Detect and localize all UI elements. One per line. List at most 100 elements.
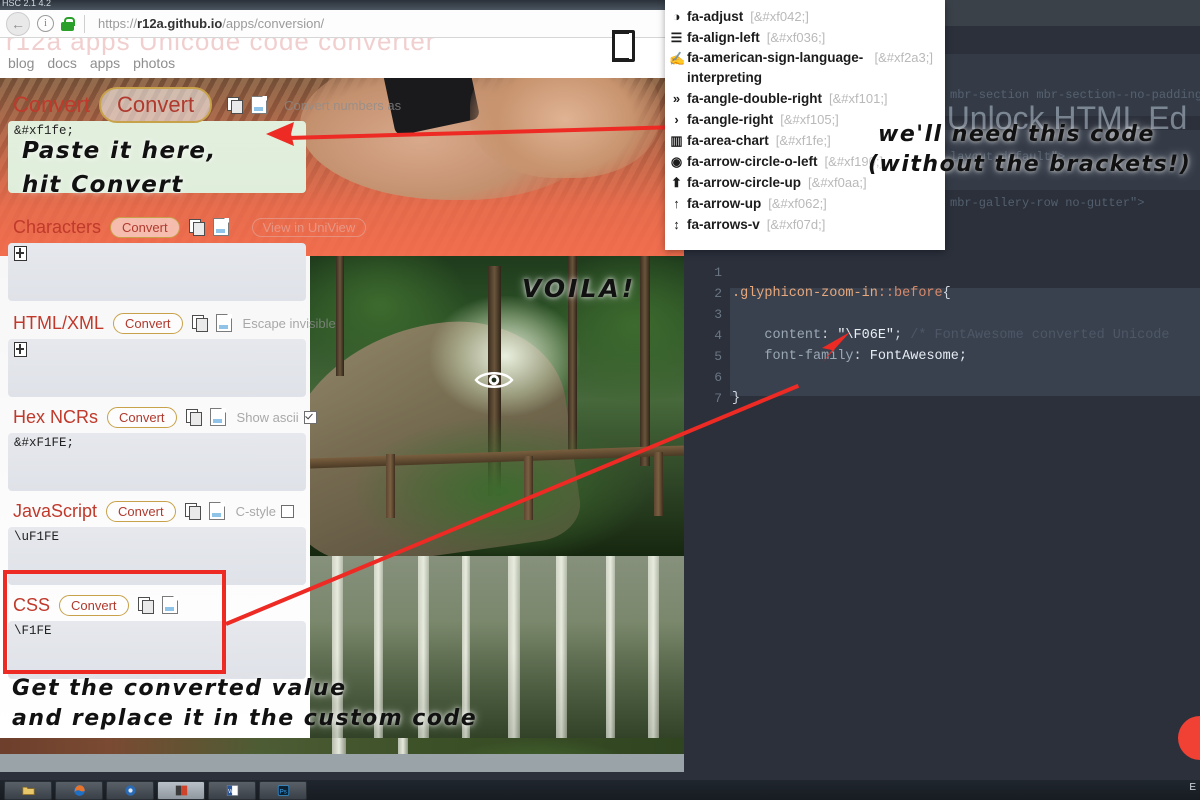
folder-icon [21,786,35,795]
output-textarea-hexncrs[interactable]: &#xF1FE; [8,433,306,491]
output-textarea-characters[interactable] [8,243,306,301]
url-input[interactable]: https://r12a.github.io/apps/conversion/ [98,16,324,31]
arrow-head-to-convert [266,122,294,146]
convert-button-characters[interactable]: Convert [110,216,180,238]
fa-list-item[interactable]: ↑ fa-arrow-up [&#xf062;] [665,193,945,214]
converter-row-htmlxml: HTML/XML Convert Escape invisible [0,310,336,397]
url-scheme: https:// [98,16,138,31]
url-domain: r12a.github.io [137,16,223,31]
fa-item-name: fa-arrow-circle-o-left [687,154,818,169]
code-editor-pane[interactable]: 1 2▼ 3 4▼ 5 6 7 .glyphicon-zoom-in::befo… [684,262,1200,444]
copy-icon[interactable] [191,315,208,332]
file-icon[interactable] [251,96,268,114]
view-in-uniview-link[interactable]: View in UniView [251,217,367,237]
annotation-paste-line2: hit Convert [22,172,184,198]
code-line-fontfamily: font-family: FontAwesome; [764,349,967,364]
line-number: 1 [714,265,722,280]
row-header: HTML/XML Convert Escape invisible [0,310,336,336]
annotation-needcode-line1: we'll need this code [878,122,1155,147]
annotation-voila: VOILA! [522,274,637,303]
fa-list-item[interactable]: » fa-angle-double-right [&#xf101;] [665,88,945,109]
taskbar-word-button[interactable]: W [208,780,256,800]
lock-icon[interactable] [61,16,75,31]
adjust-icon: ◑ [672,9,681,24]
row-label-hexncrs: Hex NCRs [13,406,99,427]
row-note-hexncrs: Show ascii [236,409,299,425]
mobile-phone-icon[interactable] [612,30,635,62]
area-chart-icon: ▥ [670,133,683,148]
taskbar-firefox-button[interactable] [55,780,103,800]
file-icon[interactable] [209,408,226,426]
annotation-paste-line1: Paste it here, [22,138,217,164]
row-header: Hex NCRs Convert Show ascii [0,404,330,430]
css-open-brace: { [942,286,951,301]
arrows-v-icon: ↕ [673,217,680,232]
fa-list-item[interactable]: ☰ fa-align-left [&#xf036;] [665,27,945,48]
show-ascii-checkbox[interactable] [303,410,317,424]
back-arrow-icon[interactable]: ← [6,11,30,36]
arrow-up-icon: ↑ [673,196,680,211]
converter-row-hexncrs: Hex NCRs Convert Show ascii &#xF1FE; [0,404,330,491]
nav-link-docs[interactable]: docs [47,55,77,71]
site-nav[interactable]: blog docs apps photos [0,55,684,77]
row-note-convert: Convert numbers as [284,97,402,113]
nav-link-photos[interactable]: photos [133,55,175,71]
fa-item-code: [&#xf036;] [766,30,826,45]
code-line-selector: .glyphicon-zoom-in::before{ [732,283,1200,304]
taskbar-office-button[interactable] [157,780,205,800]
convert-button-javascript[interactable]: Convert [106,500,176,522]
copy-icon[interactable] [185,409,202,426]
photoshop-icon: Ps [277,784,289,796]
nav-link-apps[interactable]: apps [90,55,120,71]
code-line-close: } [732,388,1200,409]
convert-button-hexncrs[interactable]: Convert [107,406,177,428]
file-icon[interactable] [215,314,232,332]
nav-link-blog[interactable]: blog [8,55,34,71]
annotation-needcode-line2: (without the brackets!) [868,152,1192,177]
taskbar-browser-button[interactable] [106,780,154,800]
line-number: 3 [714,307,722,322]
arrow-circle-up-icon: ⬆ [671,175,682,190]
line-number: 2▼ [684,283,735,304]
taskbar-photoshop-button[interactable]: Ps [259,780,307,800]
fa-item-name: fa-american-sign-language-interpreting [687,50,864,85]
annotation-getvalue-line1: Get the converted value [12,676,347,701]
fa-item-code: [&#xf07d;] [766,217,826,232]
row-note-htmlxml: Escape invisible [242,315,336,331]
align-left-icon: ☰ [670,30,683,45]
copy-icon[interactable] [184,503,201,520]
windows-taskbar[interactable]: W Ps E [0,780,1200,800]
file-icon[interactable] [212,218,229,236]
screenshot-root: mbr-section mbr-section--no-padding layo… [0,0,1200,800]
fa-list-item[interactable]: ✍ fa-american-sign-language-interpreting… [665,48,945,88]
copy-icon[interactable] [227,97,244,114]
code-content[interactable]: .glyphicon-zoom-in::before{ content: "\F… [732,262,1200,409]
fa-item-code: [&#xf0aa;] [808,175,867,190]
taskbar-clock[interactable]: E [1189,782,1196,793]
firefox-icon [73,784,85,796]
fa-list-item[interactable]: ◑ fa-adjust [&#xf042;] [665,6,945,27]
copy-icon[interactable] [188,219,205,236]
window-titlebar: HSC 2.1 4.2 [0,0,684,10]
output-textarea-htmlxml[interactable] [8,339,306,397]
browser-url-bar[interactable]: ← i https://r12a.github.io/apps/conversi… [0,10,684,38]
browser-icon [124,784,136,796]
taskbar-folder-button[interactable] [4,780,52,800]
fa-list-item[interactable]: ↕ fa-arrows-v [&#xf07d;] [665,214,945,235]
code-line-content: content: "\F06E"; /* FontAwesome convert… [764,328,1170,343]
c-style-checkbox[interactable] [281,504,295,518]
file-icon[interactable] [208,502,225,520]
convert-button-main[interactable]: Convert [99,87,213,123]
row-header: Convert Convert Convert numbers as [0,87,401,123]
desktop-strip [0,754,684,772]
eye-result-icon [474,368,514,392]
word-icon: W [226,784,238,796]
arrow-head-to-editor [822,332,850,362]
fa-item-code: [&#xf2a3;] [874,50,933,65]
fa-item-name: fa-angle-right [687,112,774,127]
info-icon[interactable]: i [37,15,54,32]
row-label-htmlxml: HTML/XML [13,312,105,333]
convert-button-htmlxml[interactable]: Convert [113,312,183,334]
